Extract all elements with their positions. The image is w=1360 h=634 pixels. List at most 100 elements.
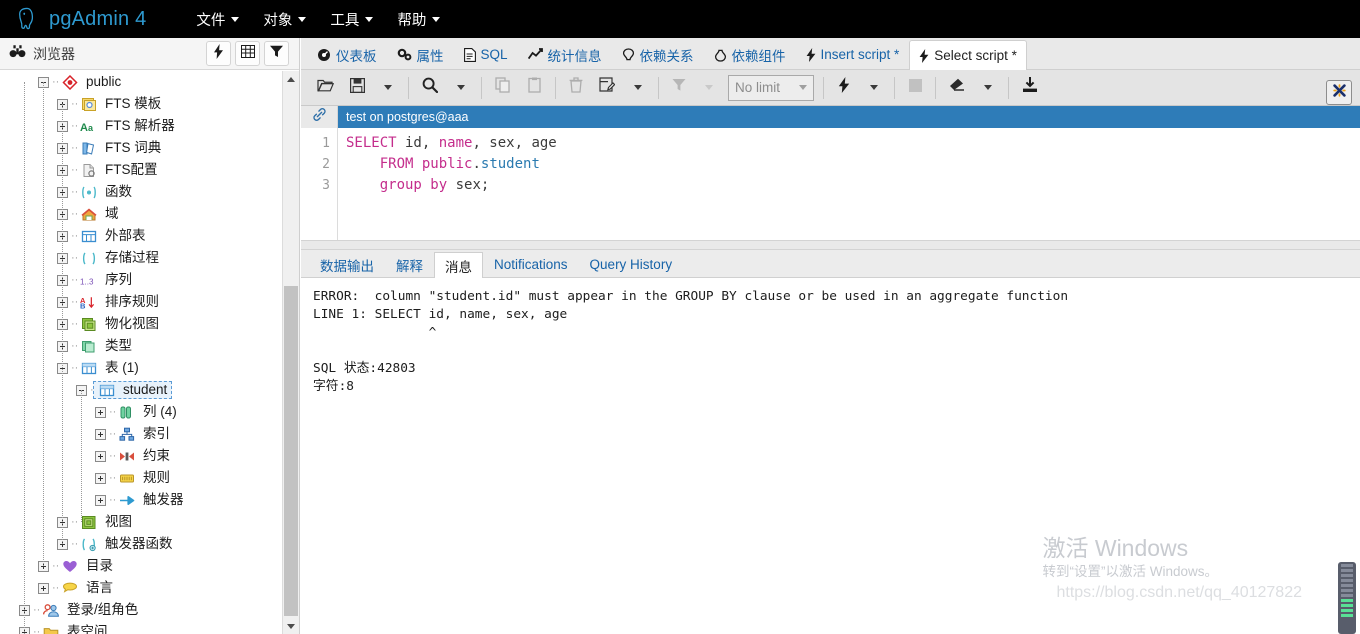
tree-item-label: 语言 bbox=[86, 580, 113, 595]
results-tab-消息[interactable]: 消息 bbox=[434, 252, 483, 278]
row-limit-select[interactable]: No limit bbox=[728, 74, 814, 101]
tree-item-content[interactable]: 类型 bbox=[78, 337, 134, 355]
results-tab-数据输出[interactable]: 数据输出 bbox=[309, 251, 385, 277]
find-dropdown[interactable] bbox=[446, 73, 476, 102]
paste-button[interactable] bbox=[519, 73, 550, 102]
expand-plus-icon[interactable] bbox=[95, 428, 106, 440]
tree-item-content[interactable]: public bbox=[59, 73, 123, 91]
download-csv-button[interactable] bbox=[1014, 73, 1046, 102]
save-file-button[interactable] bbox=[342, 73, 373, 102]
fts-dictionary-icon bbox=[80, 140, 97, 156]
scroll-up-button[interactable] bbox=[283, 71, 299, 87]
scroll-down-button[interactable] bbox=[283, 618, 299, 634]
filter-dropdown[interactable] bbox=[694, 73, 724, 102]
chevron-down-icon bbox=[298, 16, 307, 22]
sql-editor[interactable]: test on postgres@aaa 1 2 3 SELECT id, name… bbox=[301, 106, 1360, 240]
tree-item-content[interactable]: 表 (1) bbox=[78, 359, 141, 377]
workspace-tab-label: 统计信息 bbox=[547, 48, 602, 64]
open-file-button[interactable] bbox=[309, 73, 342, 102]
browser-scrollbar[interactable] bbox=[282, 71, 299, 634]
strip-line bbox=[1341, 574, 1353, 577]
svg-text:B: B bbox=[80, 301, 86, 309]
tree-item-content[interactable]: student bbox=[93, 381, 173, 399]
filter-button[interactable] bbox=[264, 41, 289, 66]
tree-item-content[interactable]: 语言 bbox=[59, 579, 115, 597]
execute-dropdown[interactable] bbox=[859, 73, 889, 102]
save-file-dropdown[interactable] bbox=[373, 73, 403, 102]
edit-dropdown[interactable] bbox=[623, 73, 653, 102]
tree-item-content[interactable]: 目录 bbox=[59, 557, 115, 575]
code-token: . bbox=[472, 156, 481, 172]
expand-plus-icon[interactable] bbox=[95, 472, 106, 484]
sql-code[interactable]: SELECT id, name, sex, age FROM public.st… bbox=[338, 128, 1360, 240]
tree-connector: ·· bbox=[71, 164, 78, 176]
grid-view-button[interactable] bbox=[235, 41, 260, 66]
tree-item-content[interactable]: A B 排序规则 bbox=[78, 293, 161, 311]
tree-item-content[interactable]: 域 bbox=[78, 205, 121, 223]
results-tab-解释[interactable]: 解释 bbox=[385, 251, 434, 277]
tree-item-content[interactable]: Aa FTS 解析器 bbox=[78, 117, 177, 135]
workspace-tab-依赖组件[interactable]: 依赖组件 bbox=[704, 39, 796, 69]
workspace-tab-sql[interactable]: SQL bbox=[454, 39, 518, 69]
tree-item-登录-组角色[interactable]: ·· 登录/组角色 bbox=[0, 599, 283, 621]
results-tab-query-history[interactable]: Query History bbox=[579, 251, 684, 277]
workspace-tab-仪表板[interactable]: 仪表板 bbox=[307, 39, 387, 69]
tree-item-content[interactable]: FTS 模板 bbox=[78, 95, 163, 113]
tree-item-content[interactable]: 存储过程 bbox=[78, 249, 161, 267]
tree-item-content[interactable]: 视图 bbox=[78, 513, 134, 531]
tree-item-content[interactable]: FTS配置 bbox=[78, 161, 160, 179]
tree-item-content[interactable]: 约束 bbox=[116, 447, 172, 465]
horizontal-splitter[interactable] bbox=[301, 240, 1360, 250]
expand-plus-icon[interactable] bbox=[95, 406, 106, 418]
tree-item-content[interactable]: 外部表 bbox=[78, 227, 148, 245]
copy-button[interactable] bbox=[487, 73, 519, 102]
workspace-tab-select-script--[interactable]: Select script * bbox=[909, 40, 1027, 70]
tree-item-表空间[interactable]: ·· 表空间 bbox=[0, 621, 283, 634]
tree-item-label: 表 (1) bbox=[105, 360, 139, 375]
stop-query-button[interactable] bbox=[900, 73, 930, 102]
workspace-tab-统计信息[interactable]: 统计信息 bbox=[518, 39, 612, 69]
tree-item-语言[interactable]: ·· 语言 bbox=[0, 577, 283, 599]
menu-item-help[interactable]: 帮助 bbox=[387, 5, 450, 34]
clear-dropdown[interactable] bbox=[973, 73, 1003, 102]
expand-plus-icon[interactable] bbox=[95, 494, 106, 506]
results-tab-notifications[interactable]: Notifications bbox=[483, 251, 579, 277]
menu-item-object[interactable]: 对象 bbox=[253, 5, 316, 34]
tree-item-content[interactable]: 触发器函数 bbox=[78, 535, 175, 553]
tree-item-content[interactable]: 登录/组角色 bbox=[40, 601, 140, 619]
browser-tree[interactable]: ·· public ·· FTS 模板 ·· Aa FTS 解析器 ·· FTS 词典 ·· FTS… bbox=[0, 71, 283, 634]
edit-button[interactable] bbox=[591, 73, 623, 102]
code-token: group by bbox=[379, 177, 448, 193]
tree-item-label: 触发器函数 bbox=[105, 536, 173, 551]
workspace-tab-依赖关系[interactable]: 依赖关系 bbox=[612, 39, 704, 69]
chevron-down-icon bbox=[799, 85, 807, 90]
execute-query-button[interactable] bbox=[829, 73, 859, 102]
find-button[interactable] bbox=[414, 73, 446, 102]
tree-item-content[interactable]: FTS 词典 bbox=[78, 139, 163, 157]
clear-explain-button[interactable] bbox=[941, 73, 973, 102]
tree-item-content[interactable]: 索引 bbox=[116, 425, 172, 443]
menu-item-file[interactable]: 文件 bbox=[186, 5, 249, 34]
delete-rows-button[interactable] bbox=[561, 73, 591, 102]
menu-item-tools[interactable]: 工具 bbox=[320, 5, 383, 34]
tree-item-content[interactable]: 物化视图 bbox=[78, 315, 161, 333]
close-panel-button[interactable] bbox=[1326, 80, 1352, 105]
quick-actions-button[interactable] bbox=[206, 41, 231, 66]
workspace-tab-insert-script--[interactable]: Insert script * bbox=[796, 39, 910, 69]
tree-item-content[interactable]: 触发器 bbox=[116, 491, 186, 509]
scrollbar-thumb[interactable] bbox=[284, 286, 298, 616]
tree-item-content[interactable]: 1..3 序列 bbox=[78, 271, 134, 289]
expand-plus-icon[interactable] bbox=[38, 582, 49, 594]
tree-item-content[interactable]: 列 (4) bbox=[116, 403, 179, 421]
code-area[interactable]: 1 2 3 SELECT id, name, sex, age FROM publi… bbox=[301, 128, 1360, 240]
workspace-tab-属性[interactable]: 属性 bbox=[387, 39, 454, 69]
tree-item-content[interactable]: 函数 bbox=[78, 183, 134, 201]
tree-item-content[interactable]: 表空间 bbox=[40, 623, 110, 634]
procedure-icon bbox=[80, 250, 97, 266]
filter-rows-button[interactable] bbox=[664, 73, 694, 102]
expand-plus-icon[interactable] bbox=[95, 450, 106, 462]
tree-item-content[interactable]: 规则 bbox=[116, 469, 172, 487]
